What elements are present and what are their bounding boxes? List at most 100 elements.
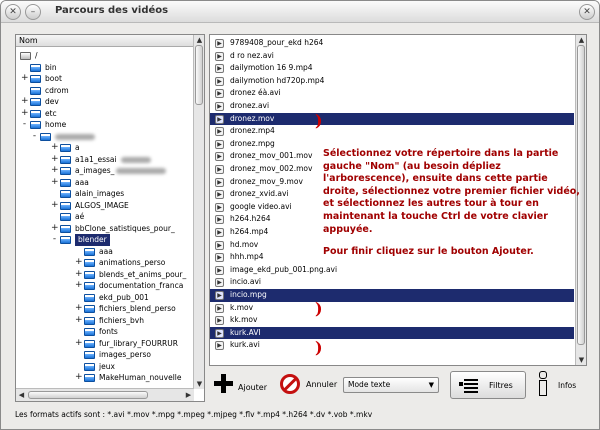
add-button[interactable]: Ajouter bbox=[213, 373, 267, 393]
expand-icon[interactable]: + bbox=[51, 165, 59, 176]
filter-button[interactable]: Filtres bbox=[450, 371, 526, 399]
file-row[interactable]: ▶ incio.avi bbox=[210, 276, 574, 289]
tree-item[interactable]: + etc bbox=[16, 108, 194, 120]
video-file-icon: ▶ bbox=[215, 114, 224, 124]
tree-item-label: aaa bbox=[75, 177, 89, 187]
tree-item[interactable]: bin bbox=[16, 62, 194, 74]
expand-icon[interactable]: + bbox=[51, 142, 59, 153]
file-row[interactable]: ▶ incio.mpg bbox=[210, 289, 574, 302]
expand-icon[interactable]: + bbox=[51, 200, 59, 211]
video-file-icon: ▶ bbox=[215, 278, 224, 288]
file-row[interactable]: ▶ dailymotion 16 9.mp4 bbox=[210, 62, 574, 75]
folder-tree[interactable]: Nom -/bin+bootcdrom+dev+etc-home-+a+a1a1… bbox=[15, 34, 205, 402]
tree-item[interactable]: + aaa bbox=[16, 177, 194, 189]
tree-item[interactable]: ekd_pub_001 bbox=[16, 292, 194, 304]
tree-item[interactable]: + fichiers_bvh bbox=[16, 315, 194, 327]
tree-item[interactable]: alain_images bbox=[16, 188, 194, 200]
expand-icon[interactable]: + bbox=[75, 280, 83, 291]
tree-item-label: fur_library_FOURRUR bbox=[99, 338, 178, 348]
tree-item[interactable]: + a1a1_essai bbox=[16, 154, 194, 166]
expand-icon[interactable]: + bbox=[75, 315, 83, 326]
tree-item[interactable]: cdrom bbox=[16, 85, 194, 97]
window-close-icon[interactable]: ✕ bbox=[579, 4, 595, 20]
file-name: kk.mov bbox=[230, 315, 258, 325]
file-row[interactable]: ▶ dailymotion hd720p.mp4 bbox=[210, 75, 574, 88]
tree-item[interactable]: + bbClone_satistiques_pour_ bbox=[16, 223, 194, 235]
tree-item[interactable]: + fichiers_blend_perso bbox=[16, 303, 194, 315]
file-row[interactable]: ▶ kurk.AVI bbox=[210, 326, 574, 340]
collapse-icon[interactable]: - bbox=[51, 234, 58, 245]
title-bar: ✕ – Parcours des vidéos ✕ bbox=[1, 1, 599, 23]
expand-icon[interactable]: + bbox=[51, 223, 59, 234]
file-row[interactable]: ▶ kurk.avi bbox=[210, 339, 574, 352]
info-label[interactable]: Infos bbox=[558, 381, 576, 390]
close-icon[interactable]: ✕ bbox=[5, 4, 21, 20]
collapse-icon[interactable]: - bbox=[16, 50, 18, 61]
tree-hscroll-thumb[interactable] bbox=[28, 391, 148, 399]
expand-icon[interactable]: + bbox=[75, 303, 83, 314]
tree-item[interactable]: - bbox=[16, 131, 194, 143]
expand-icon[interactable]: + bbox=[21, 96, 29, 107]
file-row[interactable]: ▶ kk.mov bbox=[210, 314, 574, 327]
tree-item[interactable]: fonts bbox=[16, 326, 194, 338]
collapse-icon[interactable]: - bbox=[31, 131, 38, 142]
scroll-up-icon[interactable]: ▲ bbox=[194, 35, 204, 45]
file-name: incio.avi bbox=[230, 277, 262, 287]
mode-select[interactable]: Mode texte ▼ bbox=[343, 377, 439, 393]
file-name: google video.avi bbox=[230, 201, 292, 211]
tree-item[interactable]: -/ bbox=[16, 50, 194, 62]
expand-icon[interactable]: + bbox=[75, 338, 83, 349]
minimize-icon[interactable]: – bbox=[25, 4, 41, 20]
expand-icon[interactable]: + bbox=[51, 154, 59, 165]
expand-icon[interactable]: + bbox=[21, 108, 29, 119]
file-row[interactable]: ▶ dronez.avi bbox=[210, 100, 574, 113]
scroll-down-icon[interactable]: ▼ bbox=[194, 379, 204, 389]
tree-vertical-scrollbar[interactable]: ▲ ▼ bbox=[193, 35, 204, 389]
expand-icon[interactable]: + bbox=[75, 257, 83, 268]
tree-item[interactable]: + a_images_ bbox=[16, 165, 194, 177]
cancel-button[interactable]: Annuler bbox=[280, 374, 337, 394]
tree-item[interactable]: + fur_library_FOURRUR bbox=[16, 338, 194, 350]
scroll-right-icon[interactable]: ▶ bbox=[183, 390, 194, 400]
scroll-left-icon[interactable]: ◀ bbox=[16, 390, 27, 400]
file-name: kurk.avi bbox=[230, 340, 260, 350]
tree-item[interactable]: + boot bbox=[16, 73, 194, 85]
expand-icon[interactable]: + bbox=[21, 73, 29, 84]
tree-item[interactable]: + animations_perso bbox=[16, 257, 194, 269]
collapse-icon[interactable]: - bbox=[21, 119, 28, 130]
tree-item[interactable]: jeux bbox=[16, 361, 194, 373]
file-row[interactable]: ▶ dronez éà.avi bbox=[210, 87, 574, 100]
tree-item[interactable]: + dev bbox=[16, 96, 194, 108]
tree-item[interactable]: - blender bbox=[16, 234, 194, 246]
tree-horizontal-scrollbar[interactable]: ◀ ▶ bbox=[16, 388, 194, 401]
video-file-icon: ▶ bbox=[215, 228, 224, 237]
video-file-icon: ▶ bbox=[215, 341, 224, 351]
tree-item[interactable]: aaa bbox=[16, 246, 194, 258]
tree-item[interactable]: + blends_et_anims_pour_ bbox=[16, 269, 194, 281]
tree-item[interactable]: + ALGOS_IMAGE bbox=[16, 200, 194, 212]
expand-icon[interactable]: + bbox=[51, 177, 59, 188]
video-file-icon: ▶ bbox=[215, 177, 224, 187]
tree-item[interactable]: aé bbox=[16, 211, 194, 223]
file-row[interactable]: ▶ d ro nez.avi bbox=[210, 50, 574, 63]
tree-column-header[interactable]: Nom bbox=[16, 35, 194, 47]
tree-item[interactable]: images_perso bbox=[16, 349, 194, 361]
expand-icon[interactable]: + bbox=[75, 372, 83, 383]
scroll-up-icon[interactable]: ▲ bbox=[576, 35, 586, 45]
folder-icon bbox=[60, 155, 71, 164]
tree-item[interactable]: - home bbox=[16, 119, 194, 131]
file-row[interactable]: ▶ dronez.mov bbox=[210, 112, 574, 126]
file-row[interactable]: ▶ k.mov bbox=[210, 302, 574, 315]
folder-icon bbox=[84, 259, 95, 267]
file-row[interactable]: ▶ 9789408_pour_ekd h264 bbox=[210, 37, 574, 50]
tree-item[interactable]: + a bbox=[16, 142, 194, 154]
expand-icon[interactable]: + bbox=[75, 269, 83, 280]
cancel-label: Annuler bbox=[306, 379, 338, 389]
info-icon[interactable] bbox=[537, 371, 547, 396]
tree-item[interactable]: + MakeHuman_nouvelle bbox=[16, 372, 194, 384]
file-row[interactable]: ▶ dronez.mp4 bbox=[210, 125, 574, 138]
scroll-down-icon[interactable]: ▼ bbox=[576, 355, 586, 365]
tree-item[interactable]: + documentation_franca bbox=[16, 280, 194, 292]
tree-item-label: a bbox=[75, 143, 80, 152]
tree-scroll-thumb[interactable] bbox=[195, 45, 203, 105]
